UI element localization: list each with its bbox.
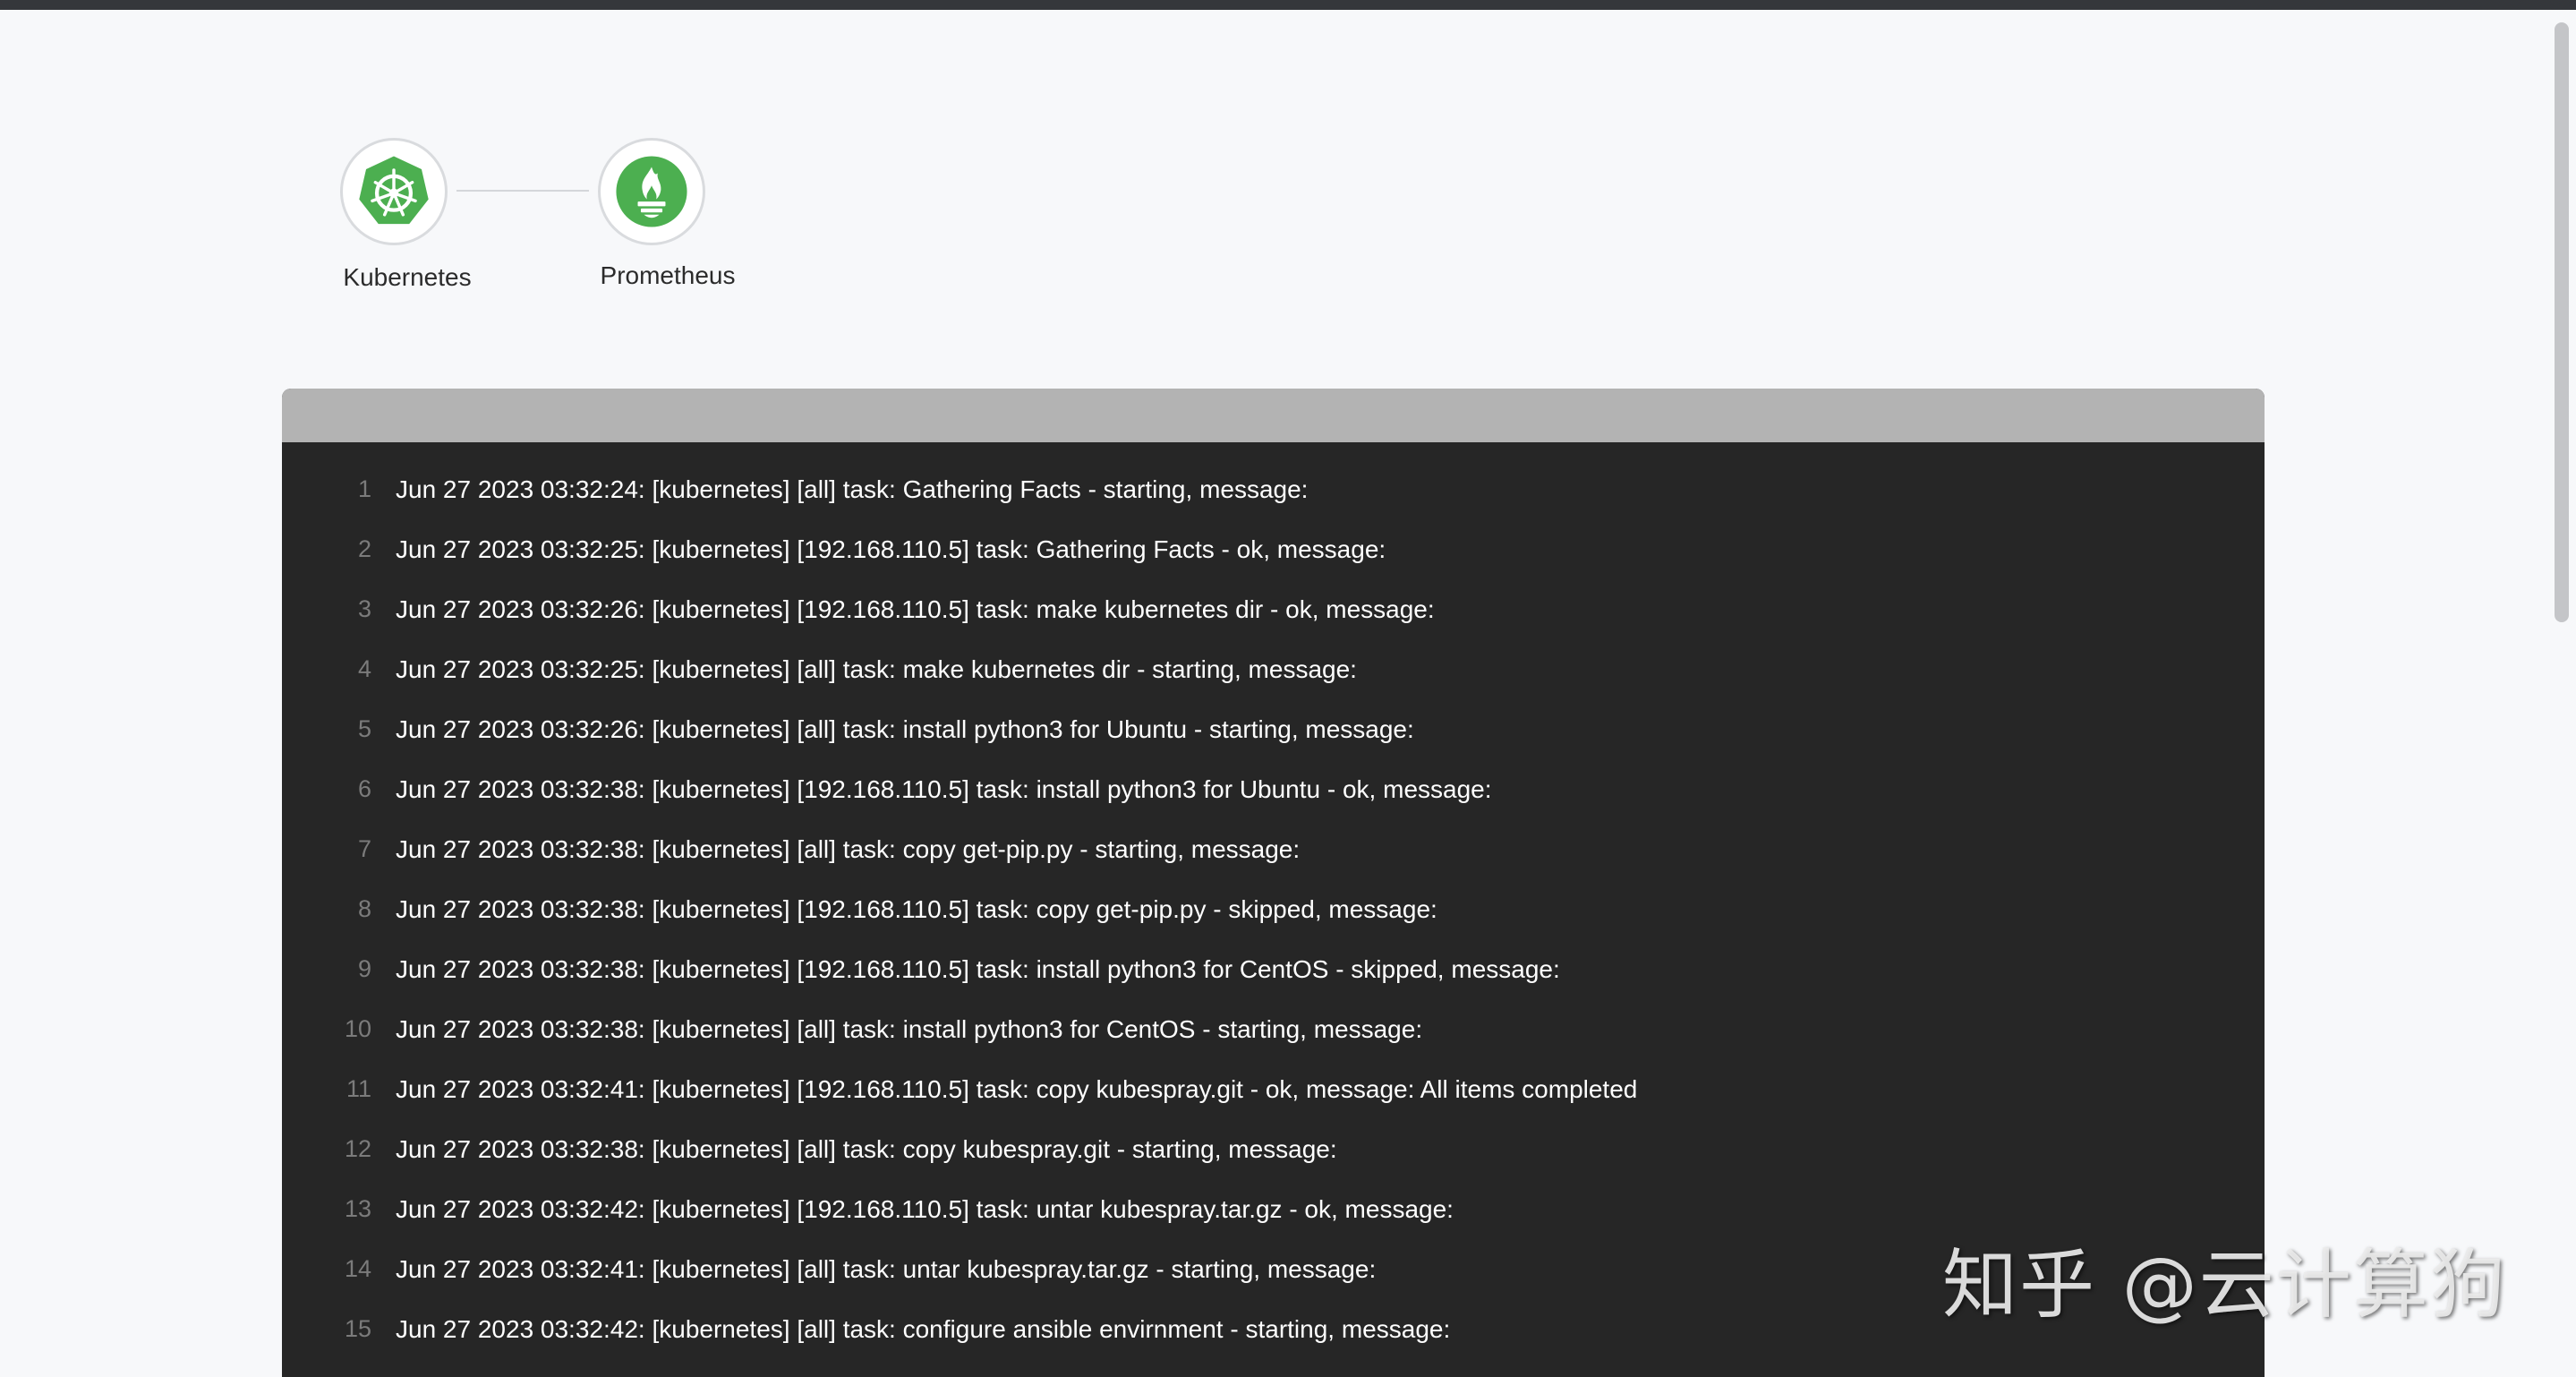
log-line-text: Jun 27 2023 03:32:24: [kubernetes] [all]… [396,475,1309,503]
log-line: 12 Jun 27 2023 03:32:38: [kubernetes] [al… [282,1119,2265,1179]
log-line-number: 9 [357,955,371,982]
log-line-text: Jun 27 2023 03:32:41: [kubernetes] [192.… [396,1074,1638,1103]
log-line: 10 Jun 27 2023 03:32:38: [kubernetes] [al… [282,999,2265,1059]
log-line-text: Jun 27 2023 03:32:42: [kubernetes] [192.… [396,1194,1454,1223]
page-scrollbar[interactable] [2549,10,2576,1377]
page: Kubernetes Prometheus 1 Jun 27 2023 03:32… [0,0,2576,1377]
kubernetes-node-label: Kubernetes [343,263,472,291]
log-line-text: Jun 27 2023 03:32:25: [kubernetes] [all]… [396,654,1357,683]
log-line-text: Jun 27 2023 03:32:26: [kubernetes] [192.… [396,594,1435,623]
log-line-text: Jun 27 2023 03:32:25: [kubernetes] [192.… [396,535,1386,563]
log-line-number: 8 [357,895,371,922]
log-line-text: Jun 27 2023 03:32:41: [kubernetes] [all]… [396,1254,1377,1283]
log-line-number: 11 [345,1075,371,1102]
kubernetes-helm-icon [359,156,429,225]
prometheus-node[interactable] [598,138,705,245]
log-line-text: Jun 27 2023 03:32:38: [kubernetes] [all]… [396,834,1301,863]
log-console-header [282,389,2265,442]
prometheus-node-label: Prometheus [600,261,736,289]
log-line: 3 Jun 27 2023 03:32:26: [kubernetes] [192… [282,579,2265,639]
log-line-text: Jun 27 2023 03:32:38: [kubernetes] [all]… [396,1134,1337,1163]
log-line-text: Jun 27 2023 03:32:38: [kubernetes] [192.… [396,774,1492,803]
log-line-number: 3 [357,595,371,622]
log-line-text: Jun 27 2023 03:32:38: [kubernetes] [192.… [396,894,1437,923]
log-line-text: Jun 27 2023 03:32:38: [kubernetes] [192.… [396,954,1560,983]
log-line-number: 12 [344,1135,371,1162]
scrollbar-thumb[interactable] [2555,22,2569,622]
log-line-number: 13 [344,1195,371,1222]
log-line-text: Jun 27 2023 03:32:38: [kubernetes] [all]… [396,1014,1423,1043]
log-line-number: 2 [357,535,371,562]
kubernetes-node[interactable] [340,138,448,245]
watermark: 知乎 @云计算狗 [1942,1241,2507,1329]
window-top-strip [0,0,2576,10]
log-lines: 1 Jun 27 2023 03:32:24: [kubernetes] [all… [282,442,2265,1359]
log-line-number: 5 [357,715,371,742]
log-line: 8 Jun 27 2023 03:32:38: [kubernetes] [192… [282,879,2265,939]
log-line: 2 Jun 27 2023 03:32:25: [kubernetes] [192… [282,519,2265,579]
log-line: 4 Jun 27 2023 03:32:25: [kubernetes] [all… [282,639,2265,699]
log-line: 5 Jun 27 2023 03:32:26: [kubernetes] [all… [282,699,2265,759]
log-line-number: 15 [344,1315,371,1342]
log-line: 9 Jun 27 2023 03:32:38: [kubernetes] [192… [282,939,2265,999]
log-line-text: Jun 27 2023 03:32:42: [kubernetes] [all]… [396,1314,1451,1343]
log-line-text: Jun 27 2023 03:32:26: [kubernetes] [all]… [396,714,1414,743]
log-line-number: 7 [357,835,371,862]
log-line: 7 Jun 27 2023 03:32:38: [kubernetes] [all… [282,819,2265,879]
log-line-number: 10 [344,1015,371,1042]
log-line: 1 Jun 27 2023 03:32:24: [kubernetes] [all… [282,459,2265,519]
prometheus-flame-icon [616,156,687,227]
log-line-number: 6 [357,775,371,802]
log-line: 11 Jun 27 2023 03:32:41: [kubernetes] [19… [282,1059,2265,1119]
log-line-number: 14 [344,1255,371,1282]
log-line-number: 1 [357,475,371,502]
log-line-number: 4 [357,655,371,682]
workflow-connector [456,190,589,192]
log-line: 6 Jun 27 2023 03:32:38: [kubernetes] [192… [282,759,2265,819]
